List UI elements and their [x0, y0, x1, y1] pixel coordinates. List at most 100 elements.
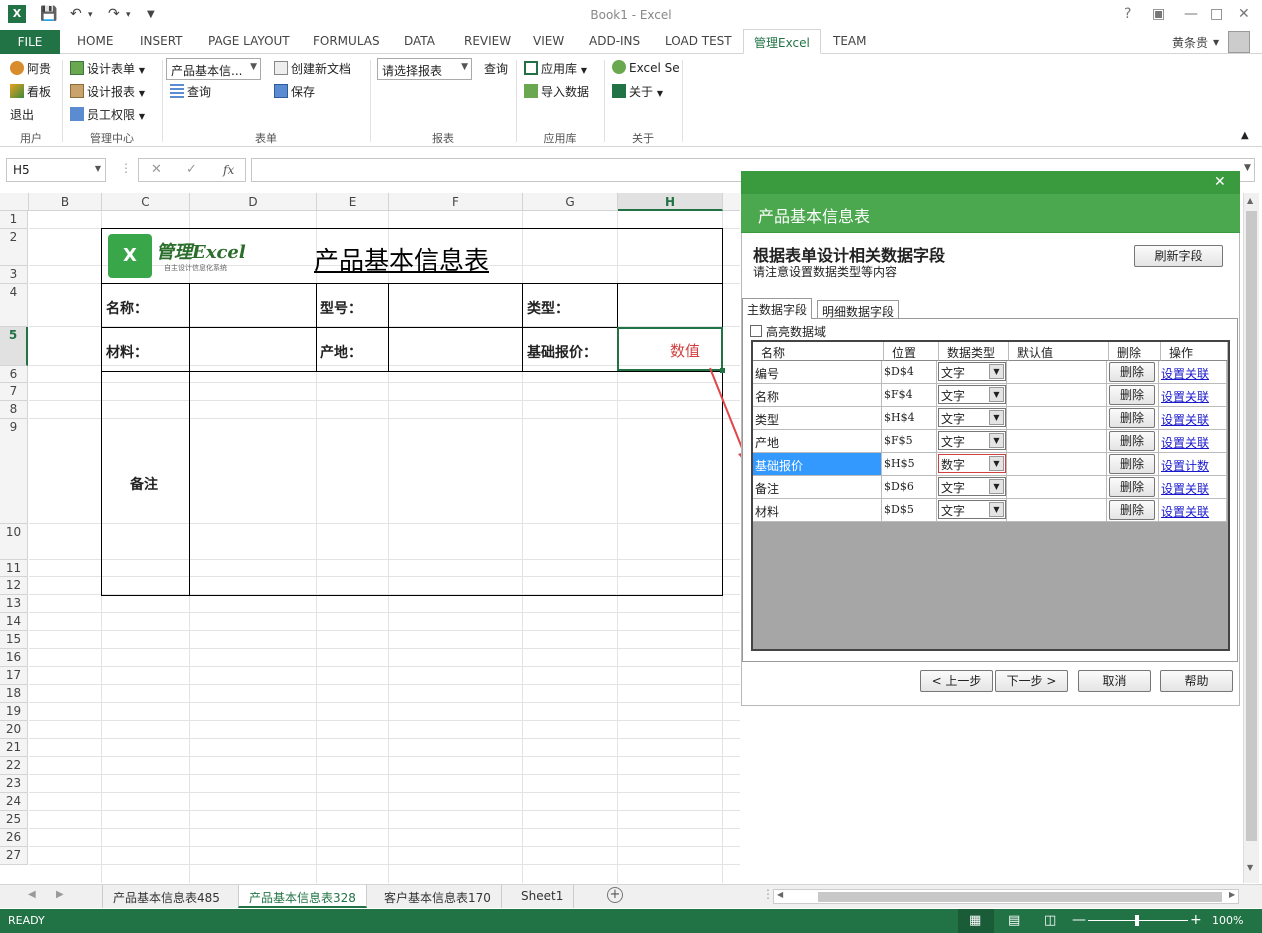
scroll-left-icon[interactable]: ◀	[777, 890, 783, 899]
column-header-d[interactable]: D	[190, 193, 317, 211]
delete-field-button[interactable]: 删除	[1109, 408, 1155, 428]
datatype-select[interactable]: 文字 ▼	[938, 408, 1006, 427]
field-default-cell[interactable]	[1007, 361, 1107, 384]
datatype-select[interactable]: 数字 ▼	[938, 454, 1006, 473]
delete-field-button[interactable]: 删除	[1109, 477, 1155, 497]
row-header-15[interactable]: 15	[0, 631, 28, 649]
row-header-14[interactable]: 14	[0, 613, 28, 631]
refresh-fields-button[interactable]: 刷新字段	[1134, 245, 1223, 267]
row-header-25[interactable]: 25	[0, 811, 28, 829]
set-relation-link[interactable]: 设置计数	[1159, 453, 1227, 476]
delete-field-button[interactable]: 删除	[1109, 431, 1155, 451]
insert-function-icon[interactable]: fx	[223, 163, 234, 177]
column-header-c[interactable]: C	[102, 193, 190, 211]
field-default-cell[interactable]	[1007, 407, 1107, 430]
scroll-up-icon[interactable]: ▲	[1247, 196, 1253, 205]
row-header-27[interactable]: 27	[0, 847, 28, 865]
set-relation-link[interactable]: 设置关联	[1159, 361, 1227, 384]
prev-sheet-icon[interactable]: ◀	[28, 889, 36, 900]
datatype-select[interactable]: 文字 ▼	[938, 385, 1006, 404]
column-header-b[interactable]: B	[29, 193, 102, 211]
dialog-close-icon[interactable]: ✕	[1214, 174, 1226, 190]
create-document-button[interactable]: 创建新文档	[274, 60, 351, 77]
row-header-23[interactable]: 23	[0, 775, 28, 793]
row-header-13[interactable]: 13	[0, 595, 28, 613]
design-form-button[interactable]: 设计表单 ▼	[70, 60, 145, 77]
add-sheet-icon[interactable]: +	[607, 887, 623, 903]
close-icon[interactable]: ✕	[1238, 6, 1250, 22]
next-sheet-icon[interactable]: ▶	[56, 889, 64, 900]
datatype-select[interactable]: 文字 ▼	[938, 431, 1006, 450]
column-header-h[interactable]: H	[618, 193, 723, 211]
cancel-icon[interactable]: ✕	[151, 162, 162, 177]
tab-file[interactable]: FILE	[0, 30, 60, 54]
column-header-f[interactable]: F	[389, 193, 523, 211]
tab-page-layout[interactable]: PAGE LAYOUT	[208, 34, 290, 48]
page-layout-icon[interactable]: ▤	[1008, 913, 1020, 928]
cancel-button[interactable]: 取消	[1078, 670, 1151, 692]
sheet-tab-product485[interactable]: 产品基本信息表485	[102, 885, 230, 908]
report-query-button[interactable]: 查询	[484, 60, 508, 77]
ribbon-options-icon[interactable]: ▣	[1152, 6, 1165, 22]
save-form-button[interactable]: 保存	[274, 83, 315, 100]
tab-home[interactable]: HOME	[77, 34, 113, 48]
field-name-cell[interactable]: 材料	[753, 499, 882, 522]
scroll-right-icon[interactable]: ▶	[1229, 890, 1235, 899]
column-header-i[interactable]	[723, 193, 740, 211]
row-header-18[interactable]: 18	[0, 685, 28, 703]
about-button[interactable]: 关于 ▼	[612, 83, 663, 100]
import-data-button[interactable]: 导入数据	[524, 83, 589, 100]
row-header-17[interactable]: 17	[0, 667, 28, 685]
field-name-cell[interactable]: 编号	[753, 361, 882, 384]
tab-main-fields[interactable]: 主数据字段	[742, 298, 813, 319]
app-library-button[interactable]: 应用库 ▼	[524, 60, 587, 77]
set-relation-link[interactable]: 设置关联	[1159, 407, 1227, 430]
dashboard-button[interactable]: 看板	[10, 83, 51, 100]
row-header-16[interactable]: 16	[0, 649, 28, 667]
tab-view[interactable]: VIEW	[533, 34, 564, 48]
set-relation-link[interactable]: 设置关联	[1159, 384, 1227, 407]
tab-load-test[interactable]: LOAD TEST	[665, 34, 732, 48]
set-relation-link[interactable]: 设置关联	[1159, 499, 1227, 522]
delete-field-button[interactable]: 删除	[1109, 500, 1155, 520]
field-name-cell[interactable]: 基础报价	[753, 453, 882, 476]
prev-step-button[interactable]: < 上一步	[920, 670, 993, 692]
zoom-out-icon[interactable]: —	[1072, 912, 1086, 928]
row-header-21[interactable]: 21	[0, 739, 28, 757]
datatype-select[interactable]: 文字 ▼	[938, 500, 1006, 519]
expand-formula-bar-icon[interactable]: ▼	[1244, 163, 1251, 173]
tab-add-ins[interactable]: ADD-INS	[589, 34, 640, 48]
field-default-cell[interactable]	[1007, 453, 1107, 476]
sheet-tab-product328[interactable]: 产品基本信息表328	[238, 885, 367, 908]
highlight-checkbox[interactable]	[750, 325, 762, 337]
report-select[interactable]: 请选择报表 ▼	[377, 58, 472, 80]
tab-insert[interactable]: INSERT	[140, 34, 183, 48]
field-default-cell[interactable]	[1007, 384, 1107, 407]
scroll-thumb[interactable]	[1246, 211, 1257, 841]
delete-field-button[interactable]: 删除	[1109, 385, 1155, 405]
user-dropdown-icon[interactable]: ▼	[1213, 38, 1219, 47]
field-name-cell[interactable]: 备注	[753, 476, 882, 499]
row-header-12[interactable]: 12	[0, 577, 28, 595]
help-button[interactable]: 帮助	[1160, 670, 1233, 692]
field-name-cell[interactable]: 名称	[753, 384, 882, 407]
form-select[interactable]: 产品基本信... ▼	[166, 58, 261, 80]
sheet-tab-sheet1[interactable]: Sheet1	[511, 885, 575, 908]
delete-field-button[interactable]: 删除	[1109, 362, 1155, 382]
user-name[interactable]: 黄条贵	[1172, 34, 1208, 51]
row-header-20[interactable]: 20	[0, 721, 28, 739]
column-header-g[interactable]: G	[523, 193, 618, 211]
datatype-select[interactable]: 文字 ▼	[938, 477, 1006, 496]
next-step-button[interactable]: 下一步 >	[995, 670, 1068, 692]
sheet-tab-customer170[interactable]: 客户基本信息表170	[374, 885, 502, 908]
enter-icon[interactable]: ✓	[186, 162, 197, 177]
logout-button[interactable]: 退出	[10, 106, 34, 123]
row-header-22[interactable]: 22	[0, 757, 28, 775]
row-header-10[interactable]: 10	[0, 524, 28, 560]
zoom-in-icon[interactable]: +	[1190, 912, 1202, 928]
design-report-button[interactable]: 设计报表 ▼	[70, 83, 145, 100]
employee-permission-button[interactable]: 员工权限 ▼	[70, 106, 145, 123]
minimize-icon[interactable]: —	[1184, 6, 1198, 22]
excel-se-button[interactable]: Excel Se	[612, 60, 680, 75]
help-icon[interactable]: ?	[1124, 6, 1131, 22]
